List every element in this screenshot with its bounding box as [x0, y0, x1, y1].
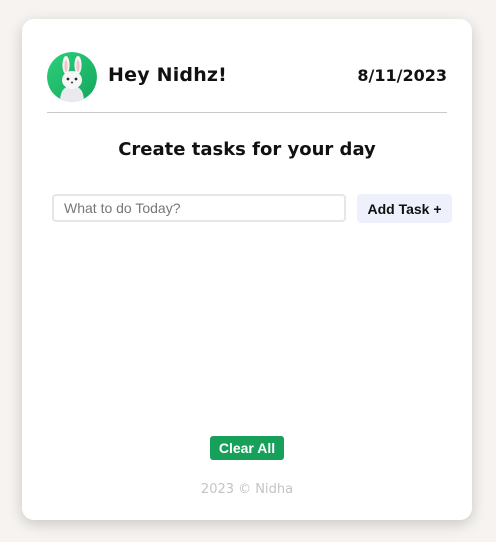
rabbit-avatar-icon	[47, 52, 97, 102]
header-divider	[47, 112, 447, 113]
page-title: Create tasks for your day	[118, 139, 376, 160]
footer-text: 2023 © Nidha	[200, 482, 294, 497]
header: Hey Nidhz! 8/11/2023	[47, 52, 447, 104]
task-list	[52, 234, 452, 414]
clear-all-button[interactable]: Clear All	[210, 436, 284, 460]
current-date: 8/11/2023	[357, 66, 447, 85]
todo-card: Hey Nidhz! 8/11/2023 Create tasks for yo…	[22, 19, 472, 520]
greeting-text: Hey Nidhz!	[108, 64, 228, 86]
task-input[interactable]	[52, 194, 346, 222]
add-task-button[interactable]: Add Task +	[357, 194, 452, 223]
avatar	[47, 52, 97, 102]
